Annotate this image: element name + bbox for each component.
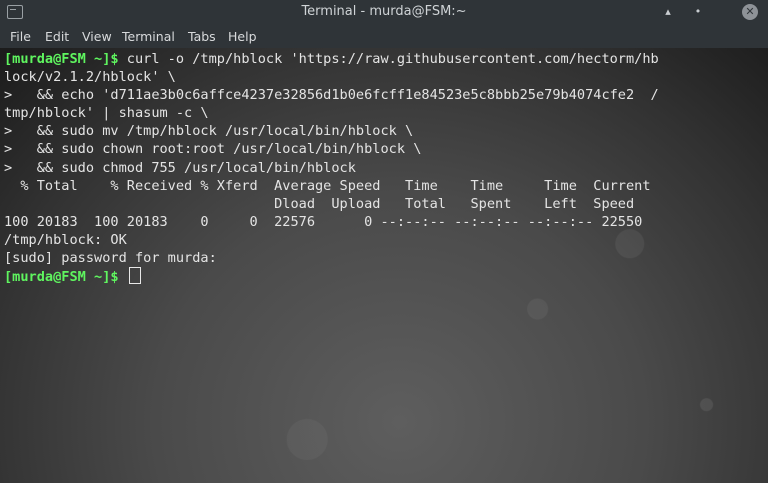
- output-line: lock/v2.1.2/hblock' \: [4, 69, 176, 86]
- shell-prompt: [murda@FSM ~]$: [4, 269, 119, 286]
- menu-tabs[interactable]: Tabs: [188, 29, 216, 44]
- output-line: Dload Upload Total Spent Left Speed: [4, 195, 635, 212]
- maximize-button[interactable]: •: [690, 4, 706, 20]
- output-line: [sudo] password for murda:: [4, 250, 217, 267]
- terminal-window: Terminal - murda@FSM:~ ▴ • ✕ File Edit V…: [0, 0, 768, 483]
- terminal-area[interactable]: [murda@FSM ~]$ curl -o /tmp/hblock 'http…: [0, 48, 768, 483]
- text-cursor[interactable]: [128, 267, 141, 285]
- output-line: > && sudo mv /tmp/hblock /usr/local/bin/…: [4, 123, 414, 140]
- menu-file[interactable]: File: [10, 29, 31, 44]
- minimize-button[interactable]: ▴: [660, 4, 676, 20]
- output-line: tmp/hblock' | shasum -c \: [4, 105, 209, 122]
- menu-edit[interactable]: Edit: [45, 29, 69, 44]
- close-button[interactable]: ✕: [742, 4, 758, 20]
- output-line: /tmp/hblock: OK: [4, 231, 127, 248]
- terminal-output: [murda@FSM ~]$ curl -o /tmp/hblock 'http…: [4, 50, 659, 286]
- shell-prompt: [murda@FSM ~]$: [4, 51, 119, 67]
- menu-terminal[interactable]: Terminal: [122, 29, 175, 44]
- menu-bar: File Edit View Terminal Tabs Help: [0, 24, 768, 49]
- output-line: % Total % Received % Xferd Average Speed…: [4, 177, 651, 194]
- output-line: > && sudo chmod 755 /usr/local/bin/hbloc…: [4, 159, 356, 176]
- output-line: 100 20183 100 20183 0 0 22576 0 --:--:--…: [4, 213, 643, 230]
- output-line: > && sudo chown root:root /usr/local/bin…: [4, 141, 422, 158]
- window-title: Terminal - murda@FSM:~: [301, 4, 467, 19]
- title-bar[interactable]: Terminal - murda@FSM:~ ▴ • ✕: [0, 0, 768, 24]
- menu-view[interactable]: View: [82, 29, 112, 44]
- output-line: > && echo 'd711ae3b0c6affce4237e32856d1b…: [4, 87, 659, 104]
- menu-help[interactable]: Help: [228, 29, 257, 44]
- command-line: curl -o /tmp/hblock 'https://raw.githubu…: [118, 51, 659, 67]
